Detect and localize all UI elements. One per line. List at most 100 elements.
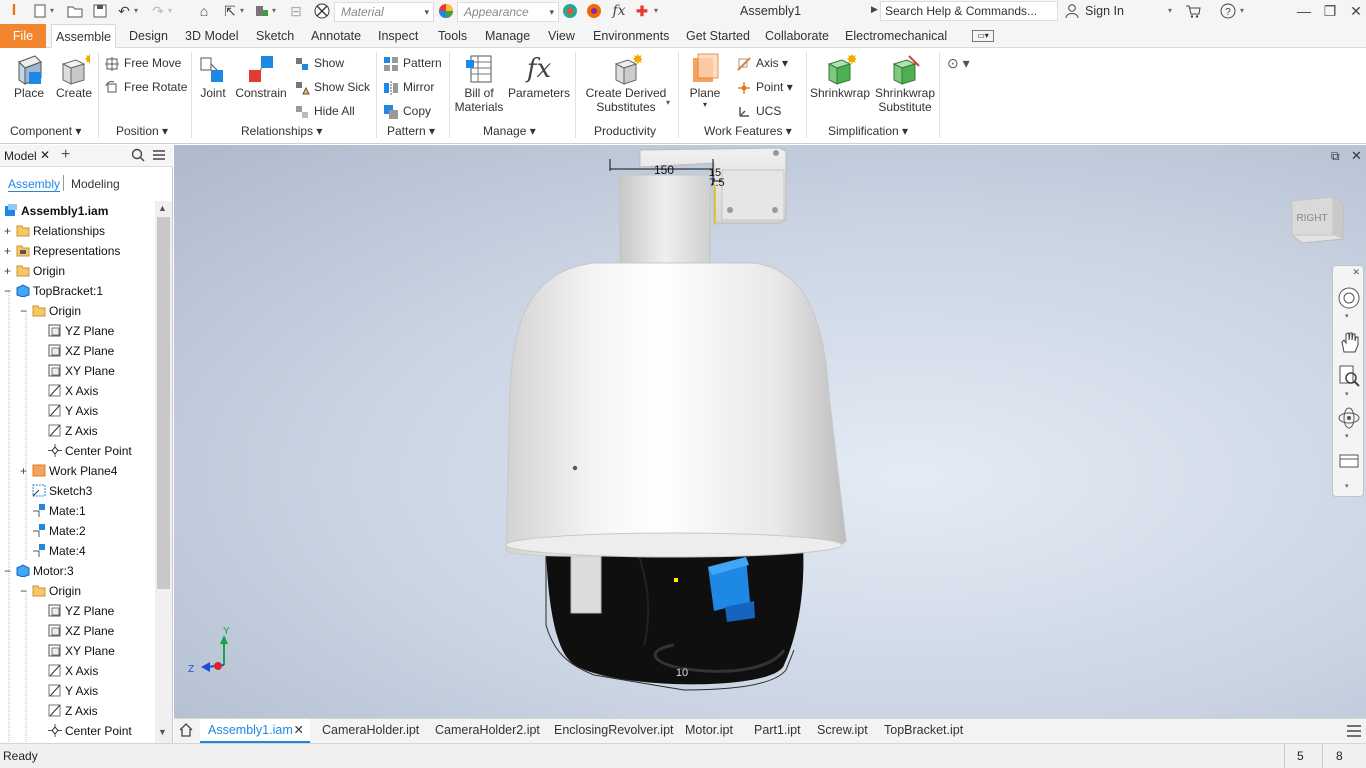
joint-button[interactable]: Joint (196, 52, 230, 100)
doc-tab-motor[interactable]: Motor.ipt (685, 719, 733, 743)
plane-button[interactable]: Plane ▾ (685, 52, 725, 109)
dimension-7-5[interactable]: 7.5 (709, 177, 724, 189)
collapse-icon[interactable]: − (4, 281, 16, 301)
close-view-icon[interactable]: ✕ (1351, 148, 1362, 164)
steering-dropdown-icon[interactable]: ▾ (1345, 312, 1349, 320)
navbar-close-icon[interactable]: ✕ (1352, 267, 1360, 278)
tree-item[interactable]: YZ Plane (36, 321, 114, 341)
add-icon[interactable]: ✚ (634, 3, 650, 19)
scroll-down-icon[interactable]: ▼ (158, 727, 167, 737)
parameters-button[interactable]: fx Parameters (507, 52, 571, 100)
tree-item[interactable]: Y Axis (36, 681, 98, 701)
tree-item[interactable]: Y Axis (36, 401, 98, 421)
tree-item[interactable]: − Motor:3 (4, 561, 74, 581)
update-dropdown-icon[interactable]: ▾ (272, 3, 282, 19)
tree-item[interactable]: Z Axis (36, 421, 98, 441)
open-folder-icon[interactable] (67, 3, 83, 19)
work-features-panel-label[interactable]: Work Features ▾ (704, 124, 792, 138)
tab-annotate[interactable]: Annotate (311, 24, 361, 48)
tab-view[interactable]: View (548, 24, 575, 48)
restore-icon[interactable]: ❐ (1322, 3, 1338, 19)
tab-design[interactable]: Design (129, 24, 168, 48)
tree-item[interactable]: Mate:2 (20, 521, 86, 541)
scroll-thumb[interactable] (157, 217, 170, 589)
collapse-icon[interactable]: − (20, 301, 32, 321)
look-at-icon[interactable] (1337, 448, 1361, 475)
zoom-dropdown-icon[interactable]: ▾ (1345, 390, 1349, 398)
plane-dropdown-icon[interactable]: ▾ (685, 100, 725, 109)
browser-tab-modeling[interactable]: Modeling (71, 177, 120, 191)
tab-file[interactable]: File (0, 24, 46, 48)
close-browser-icon[interactable]: ✕ (40, 148, 50, 162)
doc-tab-screw[interactable]: Screw.ipt (817, 719, 868, 743)
doc-tab-cameraholder[interactable]: CameraHolder.ipt (322, 719, 419, 743)
position-panel-label[interactable]: Position ▾ (116, 124, 168, 138)
add-browser-icon[interactable]: + (61, 146, 70, 164)
select-dropdown-icon[interactable]: ▾ (240, 3, 250, 19)
expand-icon[interactable]: + (20, 461, 32, 481)
pan-icon[interactable] (1337, 330, 1361, 357)
zoom-icon[interactable] (1337, 364, 1361, 391)
free-rotate-button[interactable]: Free Rotate (104, 78, 187, 98)
dimension-150[interactable]: 150 (654, 163, 674, 177)
create-derived-substitutes-button[interactable]: ✸ Create Derived Substitutes (583, 52, 669, 114)
redo-icon[interactable]: ↷ (150, 3, 166, 19)
mirror-button[interactable]: Mirror (383, 78, 434, 98)
bill-of-materials-button[interactable]: Bill of Materials (453, 52, 505, 114)
simplification-panel-label[interactable]: Simplification ▾ (828, 124, 908, 138)
shrinkwrap-substitute-button[interactable]: Shrinkwrap Substitute (873, 52, 937, 114)
tab-tools[interactable]: Tools (438, 24, 467, 48)
show-button[interactable]: Show (294, 54, 344, 74)
new-dropdown-icon[interactable]: ▾ (50, 3, 60, 19)
measure-icon[interactable]: ⊟ (288, 3, 304, 19)
restore-view-icon[interactable]: ⧉ (1331, 149, 1340, 164)
help-icon[interactable]: ? (1220, 3, 1236, 19)
tab-inspect[interactable]: Inspect (378, 24, 418, 48)
customize-dropdown-icon[interactable]: ▾ (654, 3, 664, 19)
tab-assemble[interactable]: Assemble (51, 24, 116, 48)
pattern-panel-label[interactable]: Pattern ▾ (387, 124, 435, 138)
close-tab-icon[interactable]: ✕ (294, 719, 304, 741)
derived-dropdown-icon[interactable]: ▾ (666, 98, 670, 107)
ribbon-options-icon[interactable]: ⊙ ▾ (947, 55, 970, 72)
cart-icon[interactable] (1185, 3, 1201, 19)
graphics-viewport[interactable]: 150 15 7.5 10 Y Z RIGHT ⧉ ✕ ✕ ▾ ▾ ▾ ▾ (174, 145, 1366, 718)
ucs-button[interactable]: UCS (736, 102, 781, 122)
doc-tab-cameraholder2[interactable]: CameraHolder2.ipt (435, 719, 540, 743)
show-sick-button[interactable]: Show Sick (294, 78, 370, 98)
tab-collaborate[interactable]: Collaborate (765, 24, 829, 48)
browser-tab-assembly[interactable]: Assembly (8, 177, 61, 192)
orbit-icon[interactable] (1337, 406, 1361, 433)
doc-tab-topbracket[interactable]: TopBracket.ipt (884, 719, 963, 743)
expand-icon[interactable]: + (4, 241, 16, 261)
browser-scrollbar[interactable]: ▲ ▼ (155, 201, 172, 743)
pattern-button[interactable]: Pattern (383, 54, 442, 74)
tree-item[interactable]: Mate:1 (20, 501, 86, 521)
tree-item[interactable]: Center Point (36, 721, 132, 741)
manage-panel-label[interactable]: Manage ▾ (483, 124, 536, 138)
doc-tab-assembly1[interactable]: Assembly1.iam ✕ (200, 719, 310, 743)
ribbon-display-toggle-icon[interactable]: ▭▾ (972, 30, 994, 42)
appearance-wheel-icon[interactable] (438, 3, 454, 19)
point-button[interactable]: Point ▾ (736, 78, 793, 98)
undo-dropdown-icon[interactable]: ▾ (134, 3, 144, 19)
home-icon[interactable]: ⌂ (196, 3, 212, 19)
tree-item[interactable]: XZ Plane (36, 341, 114, 361)
tab-manage[interactable]: Manage (485, 24, 530, 48)
copy-button[interactable]: Copy (383, 102, 431, 122)
appearance-select[interactable]: Appearance ▾ (457, 2, 559, 22)
shrinkwrap-button[interactable]: ✸ Shrinkwrap (809, 52, 871, 100)
tree-item[interactable]: + Origin (4, 261, 65, 281)
tree-item[interactable]: − Origin (20, 301, 81, 321)
collapse-icon[interactable]: − (4, 561, 16, 581)
tree-item[interactable]: Z Axis (36, 701, 98, 721)
tree-item[interactable]: + Work Plane4 (20, 461, 117, 481)
minimize-icon[interactable]: — (1296, 3, 1312, 19)
tree-item[interactable]: Center Point (36, 441, 132, 461)
tree-item[interactable]: YZ Plane (36, 601, 114, 621)
tree-item[interactable]: X Axis (36, 381, 98, 401)
dimension-10[interactable]: 10 (676, 667, 688, 679)
tree-item[interactable]: − Origin (20, 581, 81, 601)
scroll-up-icon[interactable]: ▲ (158, 203, 167, 213)
constrain-button[interactable]: Constrain (234, 52, 288, 100)
